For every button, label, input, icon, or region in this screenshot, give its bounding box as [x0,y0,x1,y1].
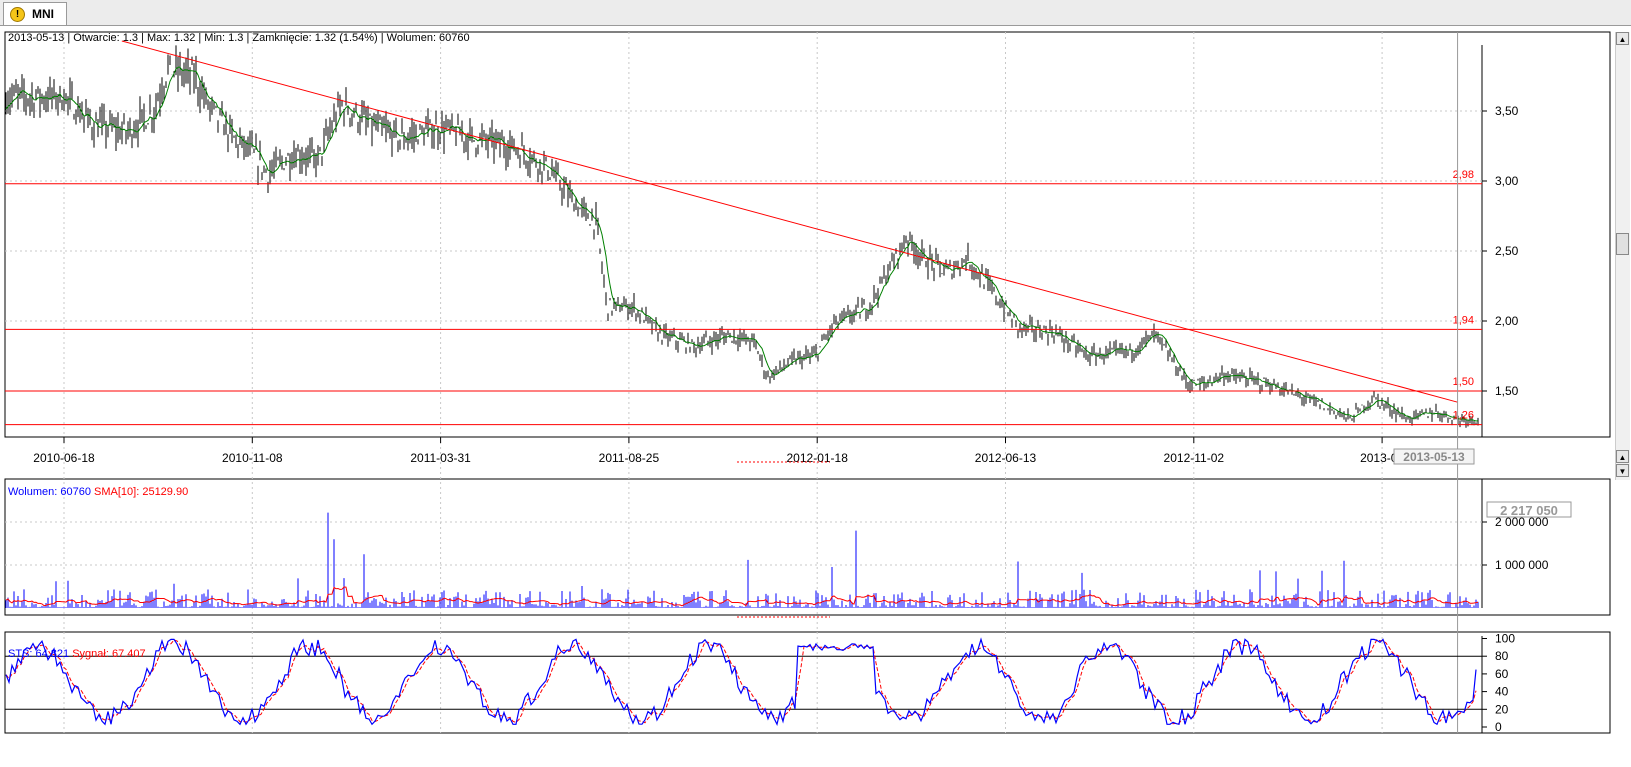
price-info: 2013-05-13 | Otwarcie: 1.3 | Max: 1.32 |… [8,32,470,44]
scroll-up-icon[interactable]: ▲ [1616,32,1629,45]
volume-tick-label: 1 000 000 [1495,558,1549,572]
y-tick-label: 3,50 [1495,104,1519,118]
zoom-up-icon[interactable]: ▲ [1616,450,1629,463]
signal-label: Sygnał: 67.407 [72,648,146,660]
volume-sma-label: SMA[10]: 25129.90 [94,486,189,498]
x-tick-label: 2012-01-18 [787,451,849,465]
sts-tick-label: 0 [1495,720,1502,734]
trend-line [121,40,1458,403]
volume-max-label: 2 217 050 [1500,503,1558,518]
sts-tick-label: 40 [1495,685,1509,699]
level-label: 1,26 [1453,410,1474,422]
sts-tick-label: 80 [1495,649,1509,663]
y-tick-label: 1,50 [1495,384,1519,398]
sts-tick-label: 60 [1495,667,1509,681]
y-tick-label: 2,00 [1495,314,1519,328]
level-label: 1,50 [1453,376,1474,388]
stock-chart[interactable]: 2010-06-18 2010-11-08 2011-03-31 2011-08-25… [0,0,1631,767]
x-tick-label: 2011-03-31 [410,451,471,465]
scroll-thumb[interactable] [1616,233,1629,255]
candles-group [5,45,1479,428]
level-label: 2,98 [1453,169,1474,181]
volume-label: Wolumen: 60760 [8,486,91,498]
sts-tick-label: 100 [1495,632,1515,646]
signal-line [5,639,1477,725]
volume-info: Wolumen: 60760 SMA[10]: 25129.90 [8,486,188,498]
level-label: 1,94 [1453,314,1474,326]
sts-tick-label: 20 [1495,702,1509,716]
sts-info: STS: 64.821 Sygnał: 67.407 [8,648,146,660]
zoom-down-icon[interactable]: ▼ [1616,464,1629,477]
cursor-date-label: 2013-05-13 [1403,450,1465,464]
x-tick-label: 2012-11-02 [1164,451,1225,465]
y-tick-label: 3,00 [1495,174,1519,188]
x-tick-label: 2010-11-08 [222,451,283,465]
x-tick-label: 2012-06-13 [975,451,1037,465]
sts-label: STS: 64.821 [8,648,70,660]
x-tick-label: 2011-08-25 [599,451,660,465]
volume-sma-line [5,586,1479,607]
volume-bars-group [5,512,1479,608]
x-tick-label: 2010-06-18 [33,451,95,465]
moving-average-line [5,66,1479,422]
vertical-scrollbar[interactable] [1615,32,1630,480]
price-panel-frame [4,31,1611,438]
volume-panel-frame [4,478,1611,616]
y-tick-label: 2,50 [1495,244,1519,258]
